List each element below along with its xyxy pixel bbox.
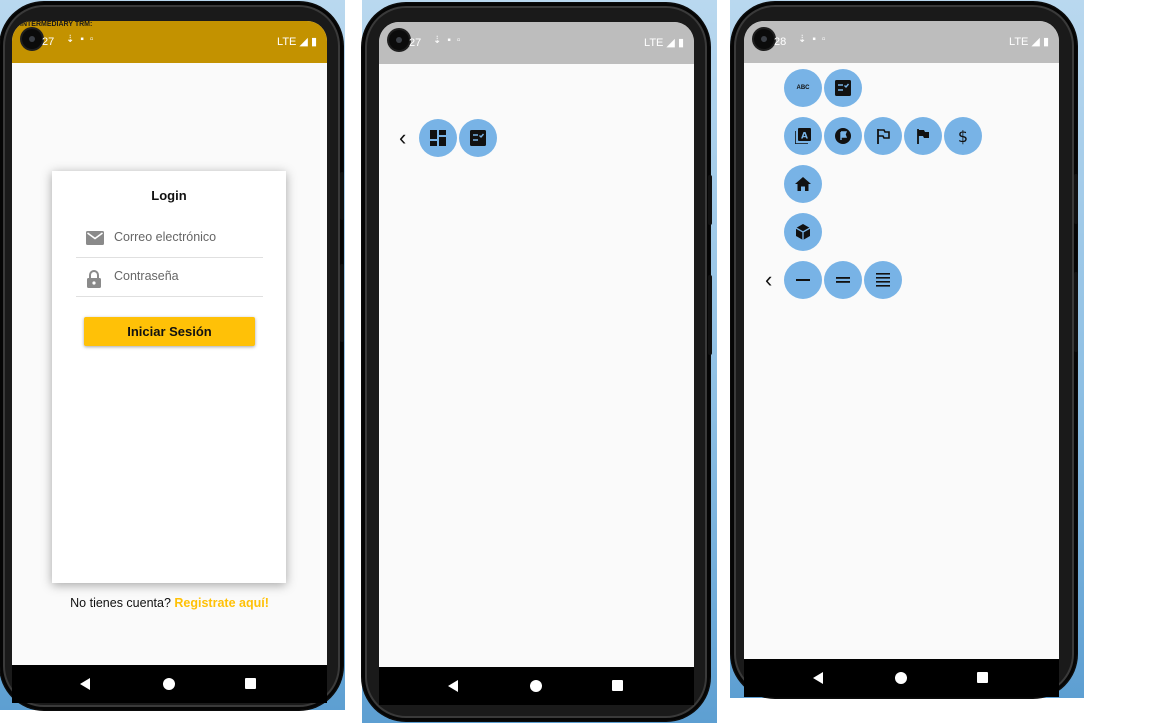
login-card: Login Correo electrónico Contraseña Inic… [52, 171, 286, 583]
phone-right: 28 ⇣▪▫ LTE ◢ ▮ ABC A $ ‹ [731, 2, 1078, 698]
navigation-bar [744, 659, 1059, 697]
phone-left: INTERMEDIARY TRM: 27 ⇣▪▫ LTE ◢ ▮ Login C… [0, 2, 344, 710]
status-network: LTE ◢ ▮ [277, 36, 317, 48]
checklist-icon [470, 130, 486, 146]
two-lines-icon [836, 277, 850, 283]
chevron-left-icon[interactable]: ‹ [399, 127, 406, 149]
login-button[interactable]: Iniciar Sesión [84, 317, 255, 346]
one-line-button[interactable] [784, 261, 822, 299]
status-time: 27 [409, 37, 422, 49]
front-camera [22, 29, 42, 49]
email-field[interactable]: Correo electrónico [76, 219, 263, 258]
back-nav-icon[interactable] [80, 678, 90, 690]
recents-nav-icon[interactable] [977, 672, 988, 683]
signup-prompt: No tienes cuenta? [70, 596, 171, 610]
play-flag-button[interactable] [824, 117, 862, 155]
abc-button[interactable]: ABC [784, 69, 822, 107]
home-button[interactable] [784, 165, 822, 203]
outlined-flag-button[interactable] [864, 117, 902, 155]
phone-middle: 27 ⇣▪▫ LTE ◢ ▮ ‹ [362, 3, 712, 721]
navigation-bar [379, 667, 694, 705]
navigation-bar [12, 665, 327, 703]
four-lines-icon [876, 273, 890, 287]
home-icon [795, 177, 811, 191]
cube-button[interactable] [784, 213, 822, 251]
side-button [340, 264, 344, 342]
recents-nav-icon[interactable] [612, 680, 623, 691]
dashboard-button[interactable] [419, 119, 457, 157]
dashboard-icon [430, 130, 446, 146]
status-notification-icons: ⇣▪▫ [66, 34, 100, 45]
status-bar: 28 ⇣▪▫ LTE ◢ ▮ [744, 21, 1059, 63]
dollar-button[interactable]: $ [944, 117, 982, 155]
checklist-icon [835, 80, 851, 96]
status-notification-icons: ⇣▪▫ [798, 34, 832, 45]
login-title: Login [151, 188, 187, 203]
register-link[interactable]: Registrate aquí! [174, 596, 268, 610]
recents-nav-icon[interactable] [245, 678, 256, 689]
password-placeholder: Contraseña [114, 269, 179, 283]
play-flag-icon [835, 128, 851, 144]
lock-icon [86, 270, 102, 293]
home-nav-icon[interactable] [163, 678, 175, 690]
email-icon [86, 231, 104, 250]
checklist-button[interactable] [459, 119, 497, 157]
filled-flag-icon [917, 129, 929, 144]
screen: INTERMEDIARY TRM: 27 ⇣▪▫ LTE ◢ ▮ Login C… [12, 21, 327, 703]
status-bar: 27 ⇣▪▫ LTE ◢ ▮ [379, 22, 694, 64]
status-bar: INTERMEDIARY TRM: 27 ⇣▪▫ LTE ◢ ▮ [12, 21, 327, 63]
cube-icon [795, 224, 811, 240]
password-field[interactable]: Contraseña [76, 258, 263, 297]
font-library-icon: A [795, 128, 811, 144]
back-nav-icon[interactable] [448, 680, 458, 692]
chevron-left-icon[interactable]: ‹ [765, 269, 772, 291]
one-line-icon [796, 279, 810, 281]
front-camera [754, 29, 774, 49]
status-time: 27 [42, 36, 55, 48]
status-time: 28 [774, 36, 787, 48]
two-lines-button[interactable] [824, 261, 862, 299]
side-button [1074, 174, 1078, 224]
side-button [1074, 272, 1078, 352]
home-nav-icon[interactable] [530, 680, 542, 692]
outlined-flag-icon [877, 129, 890, 144]
home-nav-icon[interactable] [895, 672, 907, 684]
status-network: LTE ◢ ▮ [1009, 36, 1049, 48]
email-placeholder: Correo electrónico [114, 230, 217, 244]
screen: 28 ⇣▪▫ LTE ◢ ▮ ABC A $ ‹ [744, 21, 1059, 697]
status-notification-icons: ⇣▪▫ [433, 35, 467, 46]
side-button [708, 275, 712, 355]
side-button [340, 172, 344, 220]
screen: 27 ⇣▪▫ LTE ◢ ▮ ‹ [379, 22, 694, 705]
back-nav-icon[interactable] [813, 672, 823, 684]
font-library-button[interactable]: A [784, 117, 822, 155]
abc-icon: ABC [796, 85, 810, 91]
svg-text:A: A [801, 132, 808, 142]
side-button [708, 175, 712, 225]
signup-row: No tienes cuenta? Registrate aquí! [12, 596, 327, 610]
front-camera [389, 30, 409, 50]
status-network: LTE ◢ ▮ [644, 37, 684, 49]
filled-flag-button[interactable] [904, 117, 942, 155]
debug-banner: INTERMEDIARY TRM: [20, 21, 93, 28]
dollar-icon: $ [957, 126, 969, 146]
checklist-button[interactable] [824, 69, 862, 107]
four-lines-button[interactable] [864, 261, 902, 299]
